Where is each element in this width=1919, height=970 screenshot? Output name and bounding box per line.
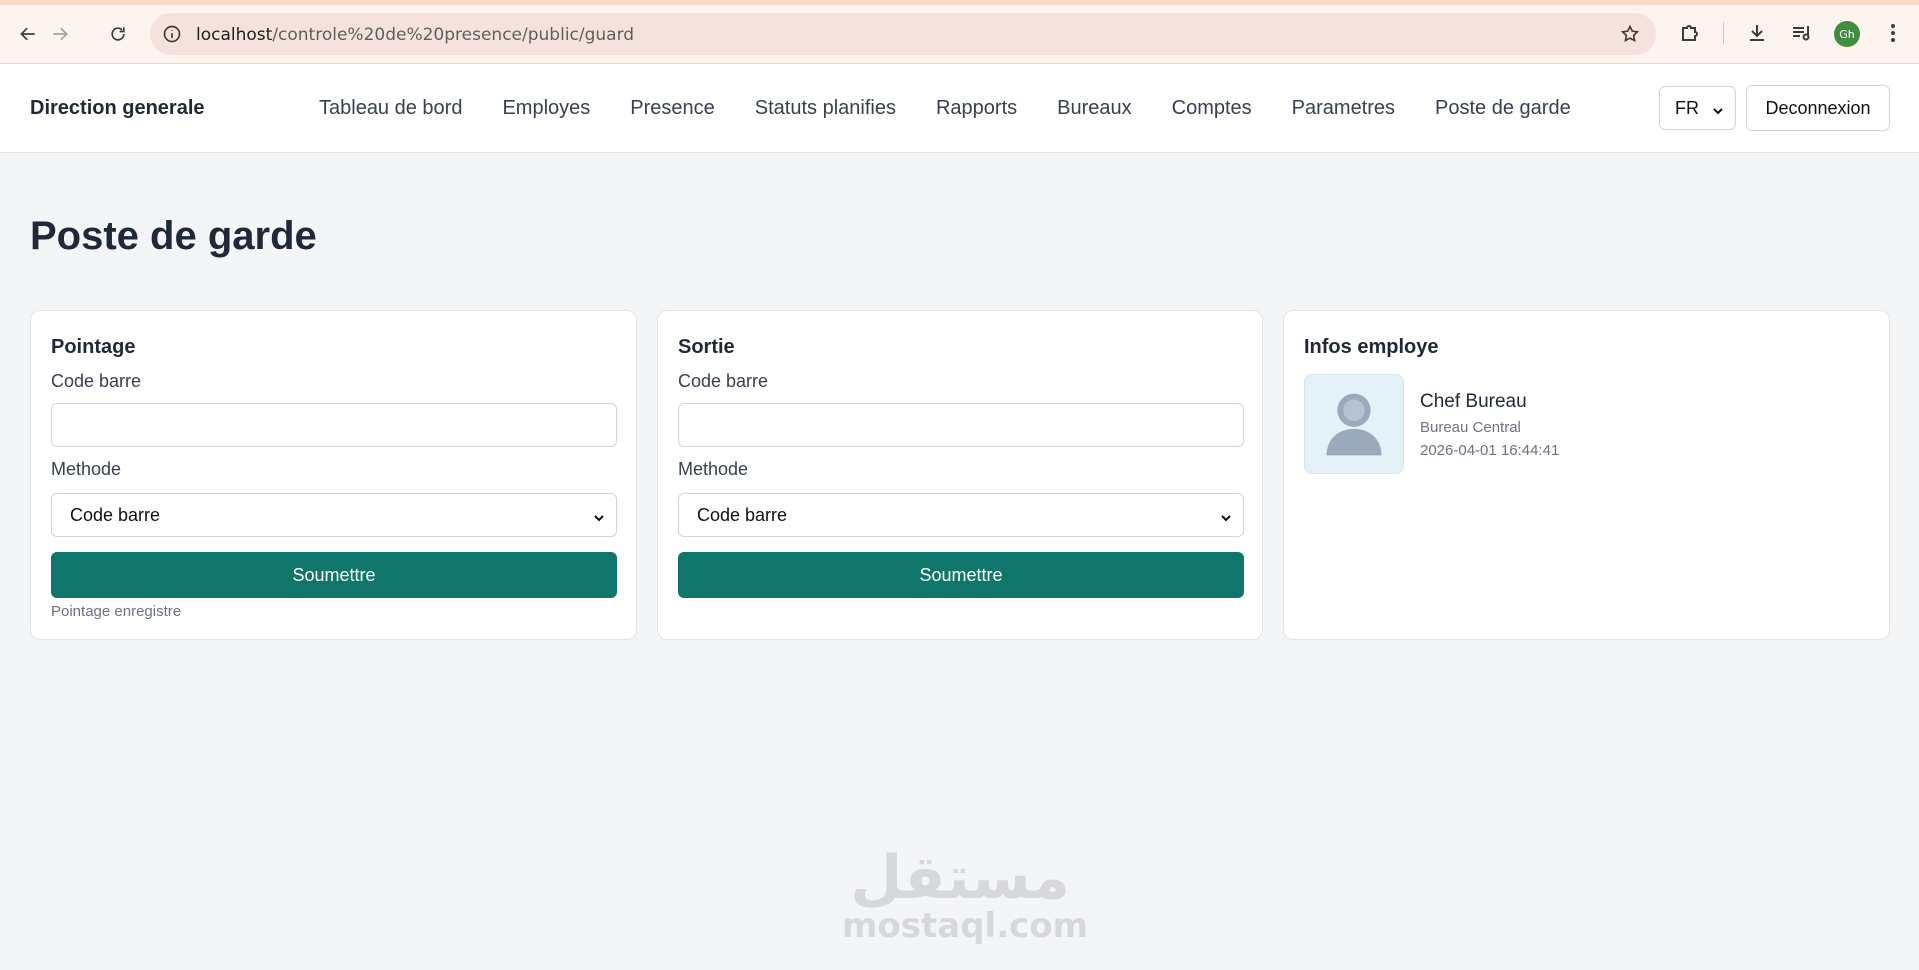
bookmark-star-icon[interactable] [1620,24,1640,44]
chevron-down-icon [592,509,606,523]
user-placeholder-icon [1326,393,1382,456]
checkout-method-select[interactable]: Code barre [678,493,1244,537]
nav-guard-post[interactable]: Poste de garde [1435,97,1571,120]
watermark-latin: mostaql.com [842,906,1089,946]
back-icon[interactable] [14,20,42,48]
language-value: FR [1675,97,1699,118]
checkin-barcode-input[interactable] [51,403,617,447]
checkin-card-title: Pointage [51,336,136,358]
menu-icon[interactable] [1888,22,1898,44]
reload-icon[interactable] [104,20,132,48]
url-path: /controle%20de%20presence/public/guard [272,25,635,45]
employee-card-title: Infos employe [1304,336,1439,358]
profile-avatar[interactable]: Gh [1834,21,1860,47]
chevron-down-icon [1711,102,1725,116]
checkin-method-select[interactable]: Code barre [51,493,617,537]
checkin-card: Pointage Code barre Methode Code barre S… [30,310,637,640]
nav-employees[interactable]: Employes [502,97,590,120]
site-info-icon[interactable] [162,24,182,44]
chevron-down-icon [1219,509,1233,523]
logout-button[interactable]: Deconnexion [1746,85,1890,131]
nav-presence[interactable]: Presence [630,97,715,120]
checkout-submit-button[interactable]: Soumettre [678,552,1244,598]
nav-accounts[interactable]: Comptes [1172,97,1252,120]
checkin-method-value: Code barre [70,504,161,525]
employee-avatar [1304,374,1404,474]
checkin-status-message: Pointage enregistre [51,603,182,620]
extensions-icon[interactable] [1678,21,1702,45]
employee-info-card: Infos employe Chef Bureau Bureau Central… [1283,310,1890,640]
page-title: Poste de garde [30,214,317,258]
language-select[interactable]: FR [1659,86,1736,130]
checkout-method-label: Methode [678,459,749,479]
mostaql-watermark: مستقل mostaql.com [842,843,1089,946]
employee-timestamp: 2026-04-01 16:44:41 [1420,442,1560,459]
checkout-card-title: Sortie [678,336,735,358]
checkin-submit-button[interactable]: Soumettre [51,552,617,598]
brand-title: Direction generale [30,97,205,119]
nav-scheduled-statuses[interactable]: Statuts planifies [755,97,896,120]
watermark-arabic: مستقل [850,843,1070,913]
address-bar[interactable]: localhost/controle%20de%20presence/publi… [150,13,1656,55]
checkout-barcode-label: Code barre [678,371,769,391]
download-icon[interactable] [1745,21,1769,45]
checkin-method-label: Methode [51,459,122,479]
employee-office: Bureau Central [1420,419,1521,436]
nav-reports[interactable]: Rapports [936,97,1017,120]
toolbar-separator [1723,22,1724,44]
checkout-method-value: Code barre [697,504,788,525]
nav-dashboard[interactable]: Tableau de bord [319,97,462,120]
tab-strip-edge [0,0,1919,5]
nav-settings[interactable]: Parametres [1292,97,1395,120]
checkout-barcode-input[interactable] [678,403,1244,447]
employee-name: Chef Bureau [1420,391,1527,412]
media-control-icon[interactable] [1790,21,1814,45]
main-nav: Tableau de bord Employes Presence Statut… [319,97,1611,120]
url-text[interactable]: localhost/controle%20de%20presence/publi… [196,25,634,45]
browser-toolbar: localhost/controle%20de%20presence/publi… [0,0,1919,64]
nav-offices[interactable]: Bureaux [1057,97,1132,120]
forward-icon[interactable] [46,20,74,48]
app-header: Direction generale Tableau de bord Emplo… [0,64,1919,153]
checkout-card: Sortie Code barre Methode Code barre Sou… [657,310,1263,640]
url-host: localhost [196,25,273,45]
checkin-barcode-label: Code barre [51,371,142,391]
